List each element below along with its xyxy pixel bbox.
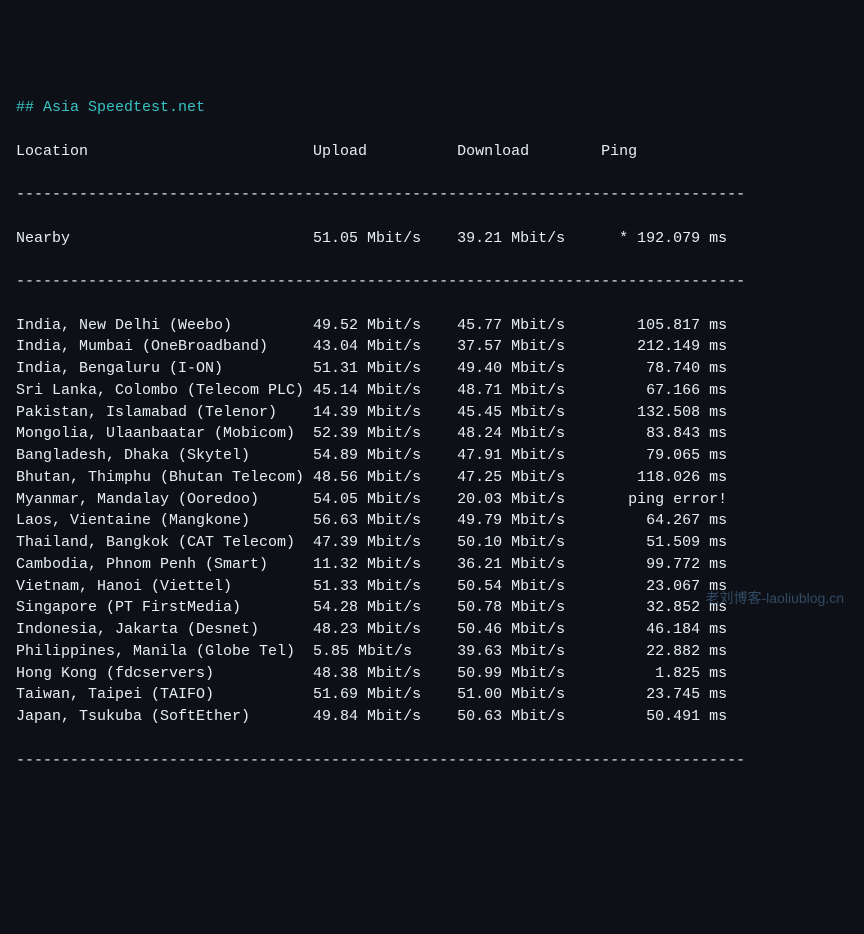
table-row: Mongolia, Ulaanbaatar (Mobicom) 52.39 Mb… (16, 423, 848, 445)
table-row: Japan, Tsukuba (SoftEther) 49.84 Mbit/s … (16, 706, 848, 728)
divider-mid: ----------------------------------------… (16, 271, 848, 293)
table-row: Thailand, Bangkok (CAT Telecom) 47.39 Mb… (16, 532, 848, 554)
table-row: Pakistan, Islamabad (Telenor) 14.39 Mbit… (16, 402, 848, 424)
header-row: Location Upload Download Ping (16, 141, 848, 163)
table-row: Hong Kong (fdcservers) 48.38 Mbit/s 50.9… (16, 663, 848, 685)
table-row: India, New Delhi (Weebo) 49.52 Mbit/s 45… (16, 315, 848, 337)
table-row: Philippines, Manila (Globe Tel) 5.85 Mbi… (16, 641, 848, 663)
table-row: Singapore (PT FirstMedia) 54.28 Mbit/s 5… (16, 597, 848, 619)
table-row: India, Bengaluru (I-ON) 51.31 Mbit/s 49.… (16, 358, 848, 380)
table-row: Bangladesh, Dhaka (Skytel) 54.89 Mbit/s … (16, 445, 848, 467)
table-row: Taiwan, Taipei (TAIFO) 51.69 Mbit/s 51.0… (16, 684, 848, 706)
divider-bottom: ----------------------------------------… (16, 750, 848, 772)
table-row: Laos, Vientaine (Mangkone) 56.63 Mbit/s … (16, 510, 848, 532)
speedtest-results: India, New Delhi (Weebo) 49.52 Mbit/s 45… (16, 315, 848, 728)
table-row: India, Mumbai (OneBroadband) 43.04 Mbit/… (16, 336, 848, 358)
terminal-title: ## Asia Speedtest.net (16, 99, 205, 116)
divider-top: ----------------------------------------… (16, 184, 848, 206)
table-row: Bhutan, Thimphu (Bhutan Telecom) 48.56 M… (16, 467, 848, 489)
table-row: Indonesia, Jakarta (Desnet) 48.23 Mbit/s… (16, 619, 848, 641)
nearby-row: Nearby 51.05 Mbit/s 39.21 Mbit/s * 192.0… (16, 228, 848, 250)
table-row: Sri Lanka, Colombo (Telecom PLC) 45.14 M… (16, 380, 848, 402)
table-row: Myanmar, Mandalay (Ooredoo) 54.05 Mbit/s… (16, 489, 848, 511)
table-row: Vietnam, Hanoi (Viettel) 51.33 Mbit/s 50… (16, 576, 848, 598)
table-row: Cambodia, Phnom Penh (Smart) 11.32 Mbit/… (16, 554, 848, 576)
